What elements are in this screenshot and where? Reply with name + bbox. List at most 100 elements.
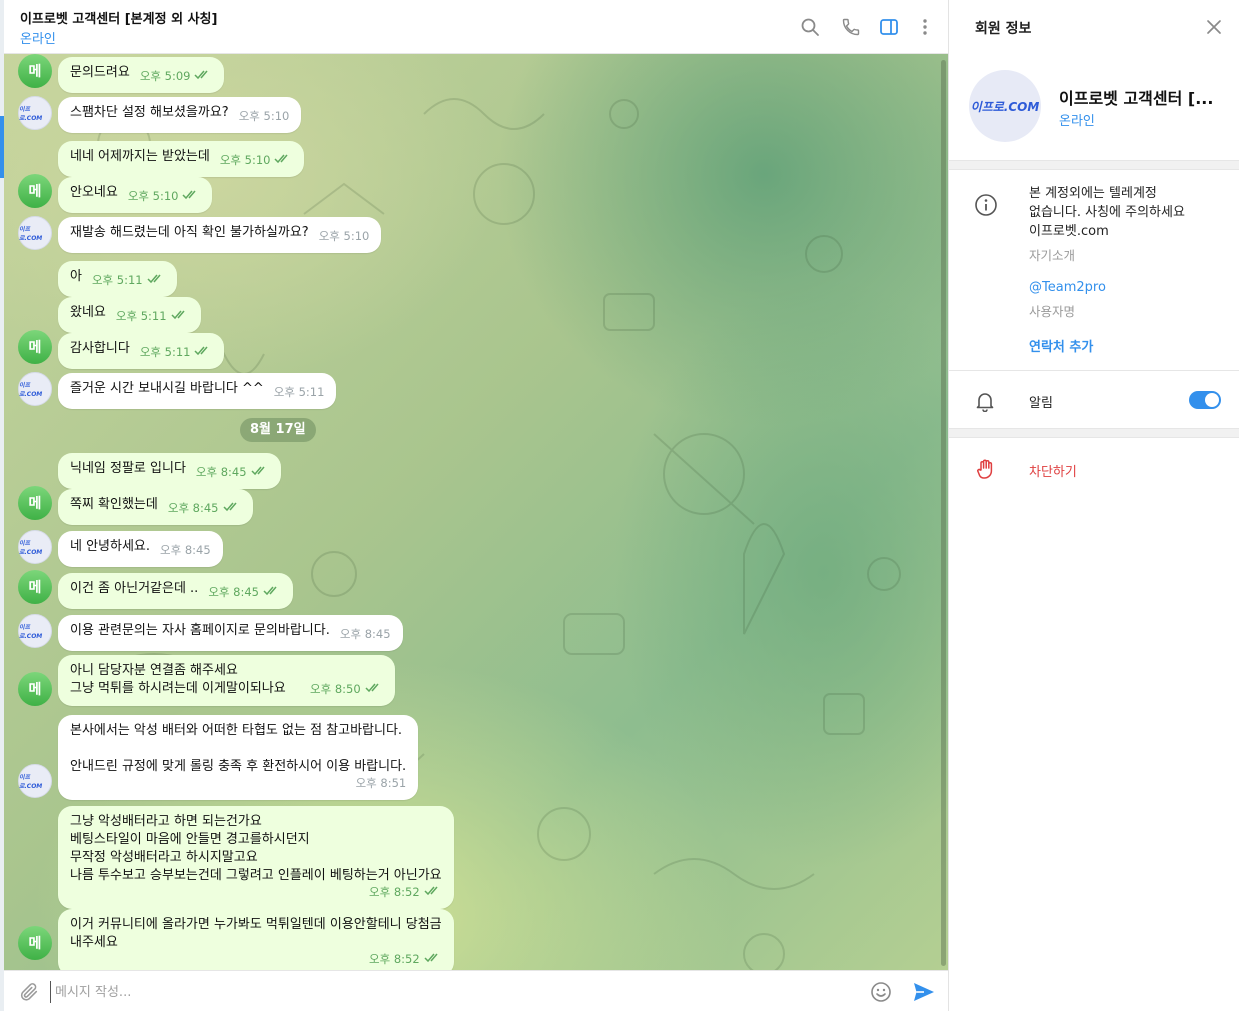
attach-button[interactable] (16, 979, 42, 1005)
message-bubble[interactable]: 왔네요 오후 5:11 (58, 297, 201, 333)
message-bubble[interactable]: 스팸차단 설정 해보셨을까요? 오후 5:10 (58, 97, 302, 133)
message-bubble[interactable]: 아 오후 5:11 (58, 261, 177, 297)
message-bubble[interactable]: 닉네임 정팔로 입니다 오후 8:45 (58, 453, 281, 489)
message-meta: 오후 5:11 (116, 307, 189, 325)
message-time: 오후 8:45 (339, 627, 391, 641)
message-bubble[interactable]: 본사에서는 악성 배터와 어떠한 타협도 없는 점 참고바랍니다. 안내드린 규… (58, 715, 419, 800)
panel-title: 회원 정보 (975, 21, 1032, 37)
user-info-panel: 회원 정보 이프로.COM 이프로벳 고객센터 [... 온라인 본 계정외에는… (948, 0, 1239, 1011)
message-time: 오후 8:51 (355, 776, 407, 790)
read-checks-icon (182, 190, 197, 200)
avatar[interactable]: 메 (18, 672, 52, 706)
search-button[interactable] (797, 14, 823, 40)
message-time: 오후 8:45 (167, 501, 219, 515)
avatar[interactable]: 메 (18, 570, 52, 604)
message-time: 오후 8:50 (310, 682, 361, 696)
read-checks-icon (365, 683, 379, 693)
avatar[interactable]: 이프로.COM (18, 614, 52, 648)
read-checks-icon (251, 466, 265, 476)
add-contact-button[interactable]: 연락처 추가 (1029, 336, 1093, 355)
read-checks-icon (424, 953, 438, 963)
message-bubble[interactable]: 이용 관련문의는 자사 홈페이지로 문의바랍니다. 오후 8:45 (58, 615, 403, 651)
message-time: 오후 5:10 (219, 153, 271, 167)
avatar[interactable]: 메 (18, 486, 52, 520)
chat-title[interactable]: 이프로벳 고객센터 [본계정 외 사칭] (20, 8, 217, 27)
message-meta: 오후 8:51 (70, 774, 407, 792)
message-time: 오후 8:45 (195, 465, 247, 479)
avatar[interactable]: 이프로.COM (18, 216, 52, 250)
message-bubble[interactable]: 즐거운 시간 보내시길 바랍니다 ^^ 오후 5:11 (58, 373, 337, 409)
message-text: 문의드려요 (70, 65, 130, 80)
message-text: 네네 어제까지는 받았는데 (70, 149, 210, 164)
telegram-app: 이프로벳 고객센터 [본계정 외 사칭] 온라인 문의드려요 오후 5:09 메… (0, 0, 1239, 1011)
message-input[interactable] (50, 981, 850, 1003)
avatar[interactable]: 메 (18, 54, 52, 88)
message-meta: 오후 8:45 (160, 541, 211, 559)
message-meta: 오후 8:52 (70, 950, 442, 968)
call-button[interactable] (838, 14, 864, 40)
message-meta: 오후 5:10 (239, 107, 290, 125)
message-time: 오후 5:11 (273, 385, 325, 399)
send-button[interactable] (911, 979, 937, 1005)
message-meta: 오후 5:11 (92, 271, 165, 289)
message-bubble[interactable]: 이거 커뮤니티에 올라가면 누가봐도 먹튀일텐데 이용안할테니 당첨금 내주세요… (58, 909, 454, 970)
message-text: 이거 커뮤니티에 올라가면 누가봐도 먹튀일텐데 이용안할테니 당첨금 내주세요 (70, 917, 442, 950)
message-bubble[interactable]: 문의드려요 오후 5:09 (58, 57, 225, 93)
close-panel-button[interactable] (1203, 16, 1225, 38)
emoji-icon (871, 982, 891, 1002)
info-icon (975, 194, 997, 216)
message-time: 오후 5:09 (139, 69, 191, 83)
message-text: 안오네요 (70, 185, 118, 200)
phone-icon (842, 18, 860, 36)
avatar[interactable]: 이프로.COM (18, 96, 52, 130)
message-time: 오후 8:45 (160, 543, 211, 557)
avatar[interactable]: 메 (18, 174, 52, 208)
message-meta: 오후 8:52 (70, 883, 442, 901)
avatar[interactable]: 메 (18, 330, 52, 364)
toggle-sidebar-button[interactable] (876, 14, 902, 40)
bio-text: 본 계정외에는 텔레계정 없습니다. 사칭에 주의하세요 이프로벳.com (1029, 186, 1185, 239)
emoji-button[interactable] (868, 979, 894, 1005)
message-meta: 오후 5:11 (140, 343, 213, 361)
block-user-button[interactable]: 차단하기 (1029, 461, 1077, 480)
chat-area: 이프로벳 고객센터 [본계정 외 사칭] 온라인 문의드려요 오후 5:09 메… (0, 0, 948, 1011)
message-time: 오후 8:52 (369, 885, 420, 899)
message-meta: 오후 8:50 (310, 680, 383, 698)
notifications-toggle[interactable] (1189, 391, 1221, 409)
message-meta: 오후 8:45 (208, 583, 281, 601)
message-bubble[interactable]: 네 안녕하세요. 오후 8:45 (58, 531, 223, 567)
paperclip-icon (20, 983, 38, 1001)
message-bubble[interactable]: 안오네요 오후 5:10 (58, 177, 213, 213)
message-bubble[interactable]: 그냥 악성배터라고 하면 되는건가요 베팅스타일이 마음에 안들면 경고를하시던… (58, 806, 454, 909)
message-bubble[interactable]: 재발송 해드렸는데 아직 확인 불가하실까요? 오후 5:10 (58, 217, 382, 253)
avatar[interactable]: 이프로.COM (18, 764, 52, 798)
read-checks-icon (194, 70, 209, 80)
bell-icon (976, 393, 994, 412)
avatar[interactable]: 이프로.COM (18, 530, 52, 564)
message-list[interactable]: 문의드려요 오후 5:09 메 스팸차단 설정 해보셨을까요? 오후 5:10 이프… (4, 54, 948, 970)
message-time: 오후 8:52 (369, 952, 420, 966)
avatar[interactable]: 이프로.COM (18, 372, 52, 406)
read-checks-icon (222, 502, 237, 512)
message-bubble[interactable]: 아니 담당자분 연결좀 해주세요 그냥 먹튀를 하시려는데 이게말이되나요 오후 … (58, 655, 395, 706)
message-bubble[interactable]: 이건 좀 아닌거같은데 .. 오후 8:45 (58, 573, 293, 609)
more-menu-button[interactable] (912, 14, 938, 40)
message-bubble[interactable]: 네네 어제까지는 받았는데 오후 5:10 (58, 141, 305, 177)
read-checks-icon (424, 886, 438, 896)
search-icon (801, 18, 819, 36)
message-text: 아 (70, 269, 82, 284)
message-text: 닉네임 정팔로 입니다 (70, 461, 186, 476)
message-composer (4, 970, 948, 1011)
username-link[interactable]: @Team2pro (1029, 280, 1106, 295)
avatar[interactable]: 메 (18, 926, 52, 960)
read-checks-icon (274, 154, 289, 164)
message-time: 오후 5:11 (139, 345, 191, 359)
message-bubble[interactable]: 쪽찌 확인했는데 오후 8:45 (58, 489, 253, 525)
message-bubble[interactable]: 감사합니다 오후 5:11 (58, 333, 225, 369)
profile-avatar[interactable]: 이프로.COM (969, 70, 1041, 142)
toggle-knob (1205, 393, 1219, 407)
chat-header[interactable]: 이프로벳 고객센터 [본계정 외 사칭] 온라인 (4, 0, 948, 54)
username-label: 사용자명 (1029, 304, 1076, 319)
send-icon (914, 983, 934, 1001)
message-list-scrollbar[interactable] (941, 60, 946, 966)
